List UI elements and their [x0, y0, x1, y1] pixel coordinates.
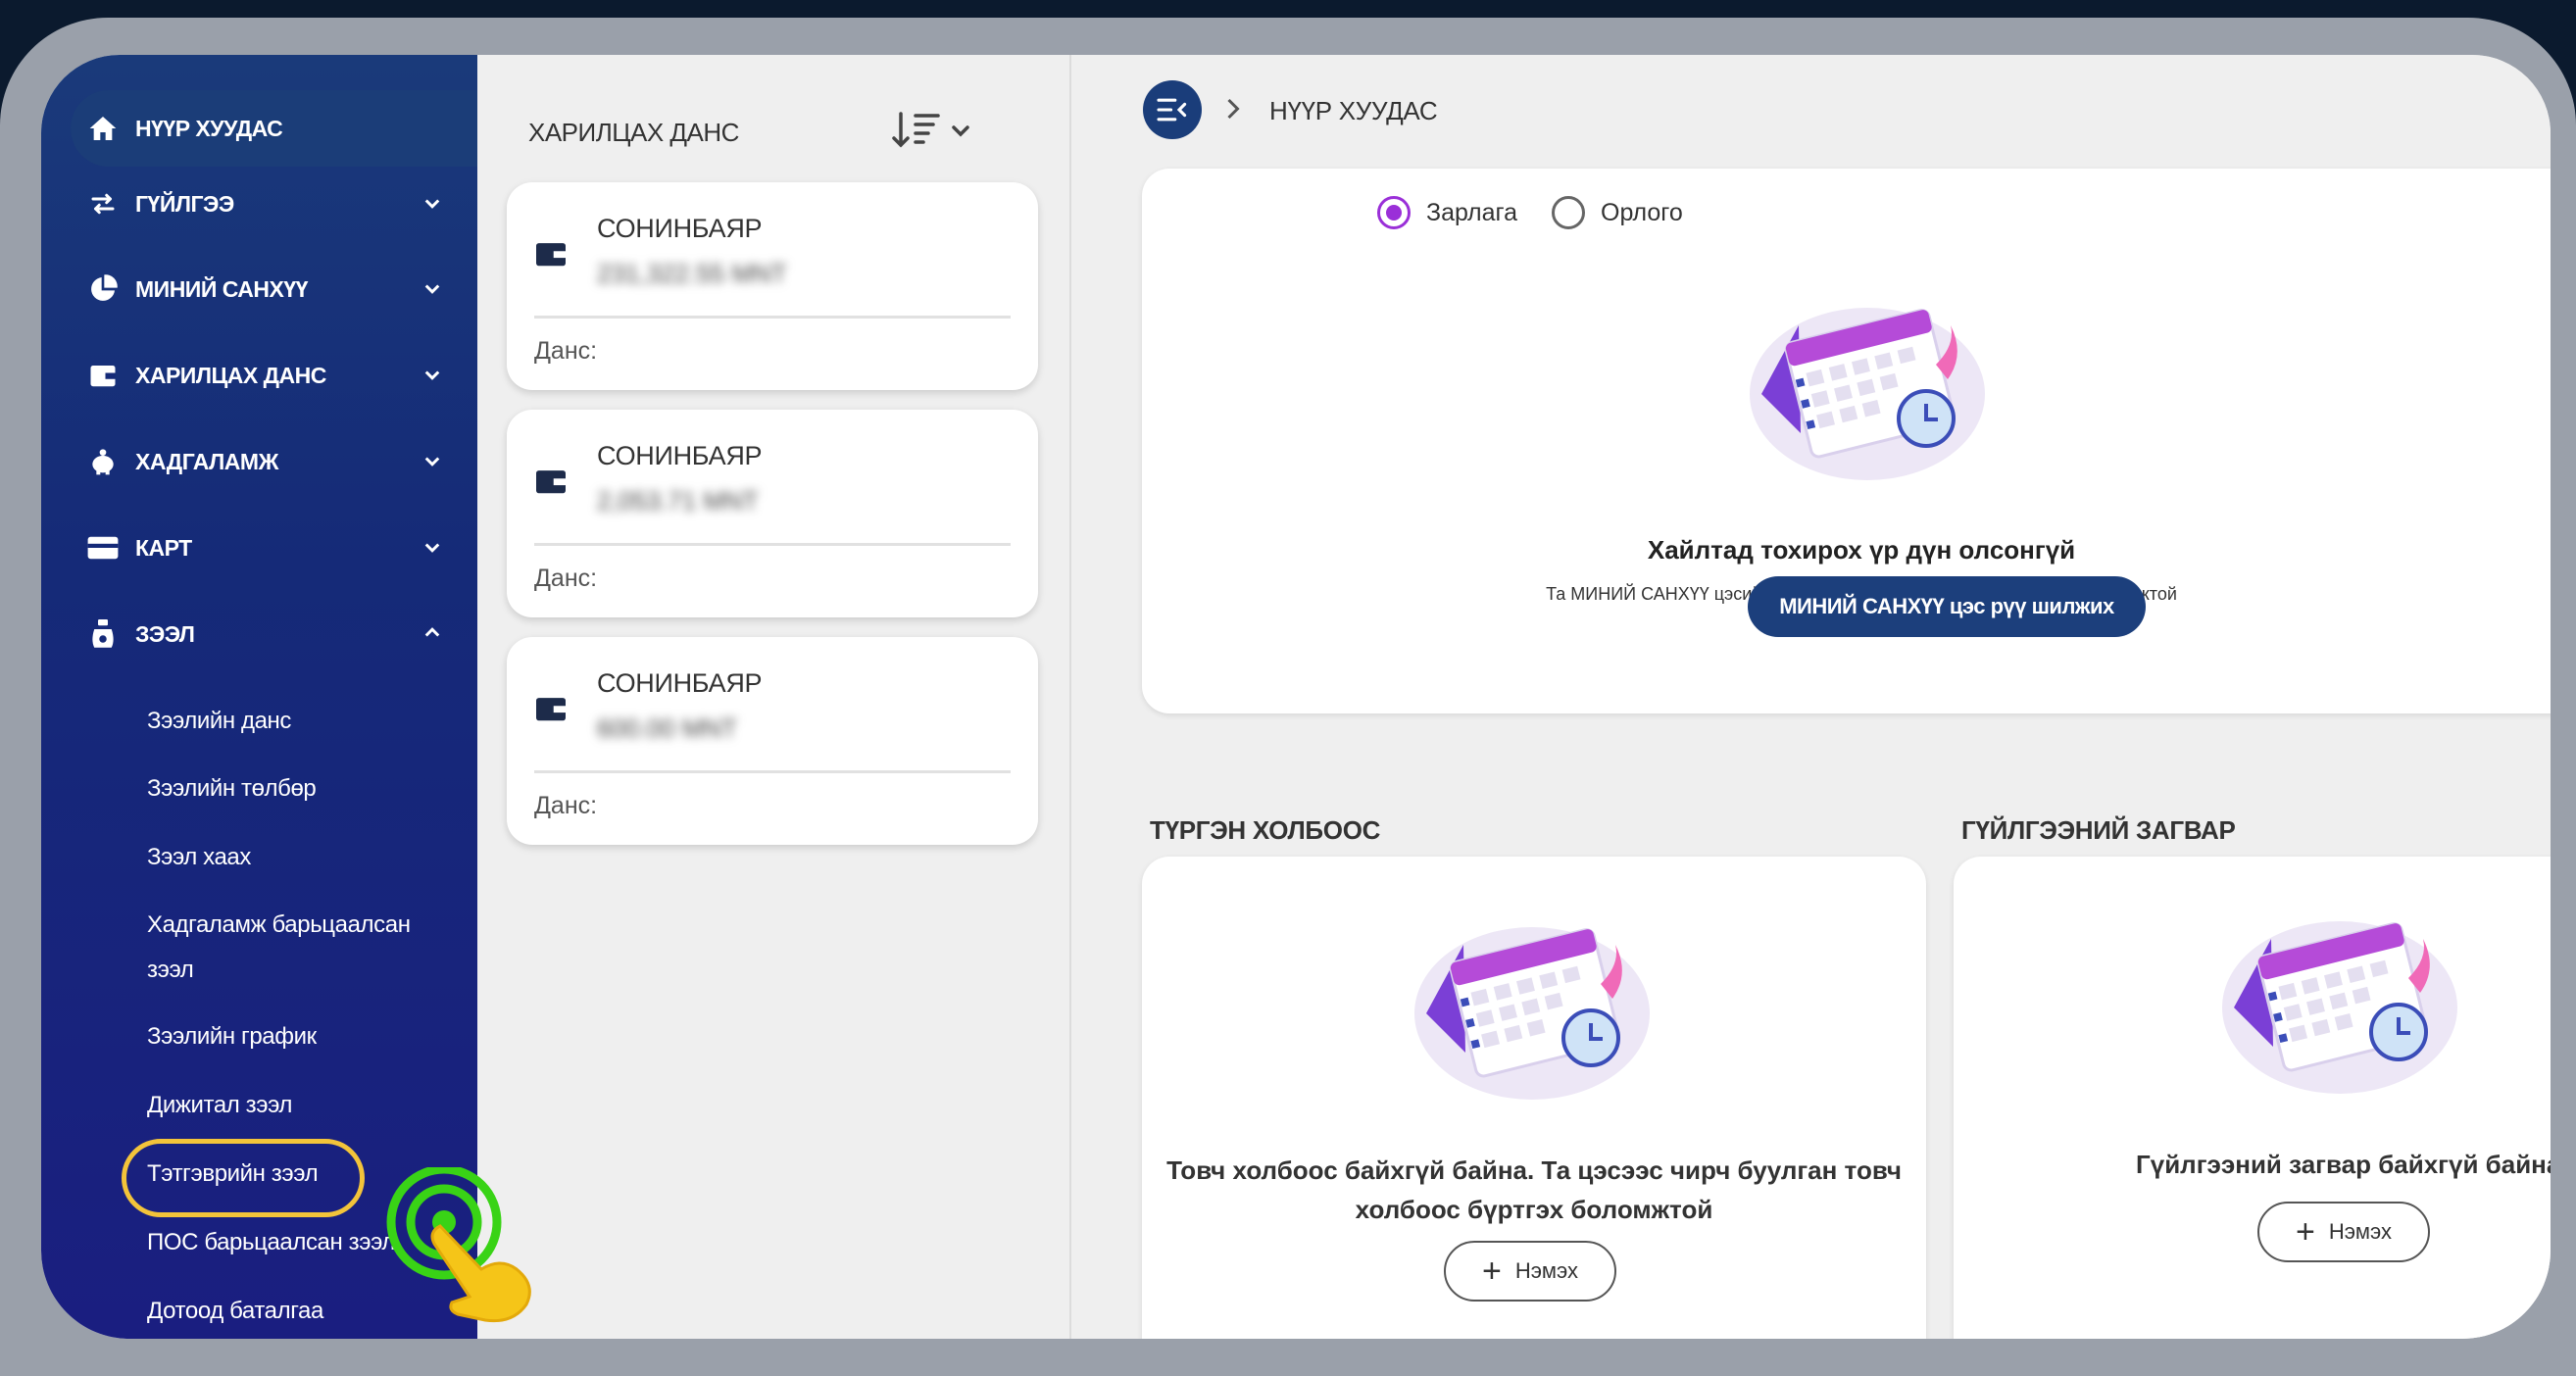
submenu-savings-secured-loan-line2[interactable]: зээл [147, 957, 194, 984]
calendar-illustration [1750, 308, 1985, 480]
calendar-illustration [2222, 921, 2457, 1094]
home-icon [84, 110, 122, 147]
chevron-down-icon [424, 284, 440, 294]
piggy-bank-icon [84, 443, 122, 480]
pie-chart-icon [84, 270, 122, 308]
account-name: СОНИНБАЯР [597, 441, 763, 470]
templates-panel: Гүйлгээний загвар байхгүй байна + Нэмэх [1954, 857, 2551, 1339]
sidebar-item-label: НҮҮР ХУУДАС [135, 115, 283, 141]
plus-icon: + [1481, 1253, 1502, 1290]
transfer-icon [84, 185, 122, 222]
account-balance: 231,322.55 MNT [597, 259, 787, 288]
menu-collapse-icon [1157, 98, 1187, 122]
wallet-icon [536, 470, 566, 494]
chevron-up-icon [424, 627, 440, 637]
add-quick-link-button[interactable]: + Нэмэх [1444, 1241, 1616, 1302]
radio-expense[interactable]: Зарлага [1377, 196, 1517, 229]
sidebar-item-current-account[interactable]: ХАРИЛЦАХ ДАНС [84, 346, 457, 405]
radio-selected-indicator [1377, 196, 1411, 229]
add-template-button[interactable]: + Нэмэх [2257, 1202, 2430, 1262]
submenu-savings-secured-loan[interactable]: Хадгаламж барьцаалсан [147, 911, 411, 939]
account-balance: 2,053.71 MNT [597, 486, 759, 516]
account-name: СОНИНБАЯР [597, 668, 763, 698]
accounts-column: ХАРИЛЦАХ ДАНС СОНИНБАЯР 231,322.55 MNT Д… [477, 55, 1071, 1339]
wallet-icon [84, 357, 122, 394]
goto-my-finance-button[interactable]: МИНИЙ САНХҮҮ цэс рүү шилжих [1748, 576, 2146, 637]
sidebar-item-transactions[interactable]: ГҮЙЛГЭЭ [84, 174, 457, 233]
quick-links-empty-text-line1: Товч холбоос байхгүй байна. Та цэсээс чи… [1166, 1155, 1902, 1185]
card-icon [84, 529, 122, 566]
divider [534, 316, 1011, 319]
main-content: НҮҮР ХУУДАС Зарлага Орлого Хайлтад тохир… [1071, 55, 2551, 1339]
radio-label: Орлого [1601, 198, 1683, 226]
submenu-internal-guarantee[interactable]: Дотоод баталгаа [147, 1298, 323, 1325]
submenu-pos-secured-loan[interactable]: ПОС барьцаалсан зээл [147, 1229, 395, 1256]
templates-title: ГҮЙЛГЭЭНИЙ ЗАГВАР [1961, 815, 2236, 845]
add-label: Нэмэх [1514, 1258, 1579, 1283]
templates-empty-text: Гүйлгээний загвар байхгүй байна [2136, 1150, 2551, 1179]
sidebar-item-label: ЗЭЭЛ [135, 620, 195, 647]
chevron-down-icon [424, 370, 440, 380]
sidebar-item-savings[interactable]: ХАДГАЛАМЖ [84, 432, 457, 491]
account-number-label: Данс: [534, 792, 598, 819]
account-card[interactable]: СОНИНБАЯР 231,322.55 MNT Данс: [507, 182, 1038, 390]
add-label: Нэмэх [2328, 1219, 2393, 1244]
sidebar-item-label: ГҮЙЛГЭЭ [135, 190, 234, 217]
divider [534, 770, 1011, 773]
chevron-down-icon [424, 457, 440, 467]
account-card[interactable]: СОНИНБАЯР 2,053.71 MNT Данс: [507, 410, 1038, 617]
quick-links-empty-text-line2: холбоос бүртгэх боломжтой [1355, 1195, 1713, 1224]
sidebar: НҮҮР ХУУДАС ГҮЙЛГЭЭ МИНИЙ САНХҮҮ ХАРИЛЦА… [41, 55, 482, 1339]
finance-panel: Зарлага Орлого Хайлтад тохирох үр дүн ол… [1142, 169, 2551, 713]
radio-income[interactable]: Орлого [1552, 196, 1683, 229]
sidebar-item-label: ХАДГАЛАМЖ [135, 448, 278, 474]
account-card[interactable]: СОНИНБАЯР 600.00 MNT Данс: [507, 637, 1038, 845]
wallet-icon [536, 698, 566, 721]
sidebar-item-label: МИНИЙ САНХҮҮ [135, 275, 308, 302]
account-balance: 600.00 MNT [597, 713, 738, 743]
chevron-down-icon [424, 543, 440, 553]
submenu-digital-loan[interactable]: Дижитал зээл [147, 1092, 292, 1119]
submenu-loan-schedule[interactable]: Зээлийн график [147, 1023, 317, 1051]
empty-state-title: Хайлтад тохирох үр дүн олсонгүй [1647, 535, 2076, 565]
divider [534, 543, 1011, 546]
account-number-label: Данс: [534, 337, 598, 365]
click-pointer-icon [386, 1167, 531, 1323]
app-screen: НҮҮР ХУУДАС ГҮЙЛГЭЭ МИНИЙ САНХҮҮ ХАРИЛЦА… [41, 55, 2551, 1339]
quick-links-panel: Товч холбоос байхгүй байна. Та цэсээс чи… [1142, 857, 1926, 1339]
sidebar-item-card[interactable]: КАРТ [84, 518, 457, 577]
sidebar-item-home[interactable]: НҮҮР ХУУДАС [84, 99, 457, 158]
quick-links-title: ТҮРГЭН ХОЛБООС [1150, 815, 1381, 845]
submenu-loan-payment[interactable]: Зээлийн төлбөр [147, 775, 317, 803]
submenu-loan-account[interactable]: Зээлийн данс [147, 708, 291, 735]
money-bag-icon [84, 615, 122, 653]
breadcrumb: НҮҮР ХУУДАС [1269, 96, 1438, 125]
sidebar-item-label: ХАРИЛЦАХ ДАНС [135, 362, 326, 388]
accounts-title: ХАРИЛЦАХ ДАНС [528, 118, 739, 147]
account-name: СОНИНБАЯР [597, 214, 763, 243]
radio-label: Зарлага [1426, 198, 1518, 226]
sidebar-item-loan[interactable]: ЗЭЭЛ [84, 605, 457, 663]
calendar-illustration [1414, 927, 1650, 1100]
sort-icon[interactable] [889, 106, 977, 155]
sidebar-item-label: КАРТ [135, 534, 192, 561]
chevron-down-icon [424, 199, 440, 209]
radio-indicator [1552, 196, 1585, 229]
submenu-pension-loan[interactable]: Тэтгэврийн зээл [147, 1160, 319, 1188]
chevron-right-icon [1227, 98, 1240, 120]
submenu-loan-close[interactable]: Зээл хаах [147, 844, 251, 871]
account-number-label: Данс: [534, 565, 598, 592]
sidebar-item-my-finance[interactable]: МИНИЙ САНХҮҮ [84, 260, 457, 319]
plus-icon: + [2295, 1213, 2315, 1251]
wallet-icon [536, 243, 566, 267]
menu-toggle-button[interactable] [1143, 80, 1202, 139]
